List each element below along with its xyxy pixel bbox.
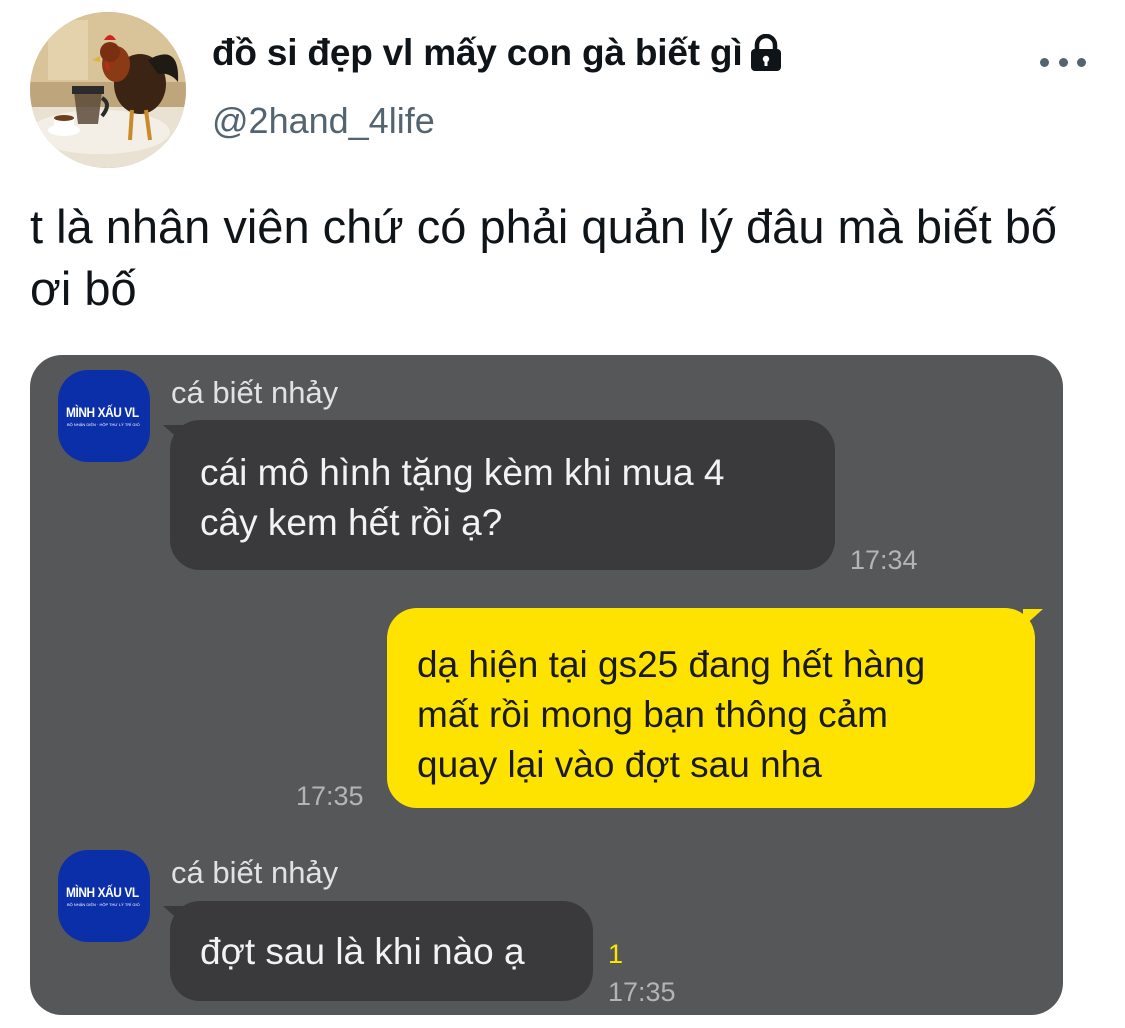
message-time: 17:35	[296, 781, 364, 811]
message-line: mất rồi mong bạn thông cảm	[417, 694, 888, 735]
rooster-avatar-image	[30, 12, 186, 168]
tweet-text: t là nhân viên chứ có phải quản lý đâu m…	[30, 200, 1057, 315]
more-options-icon[interactable]	[1040, 50, 1086, 74]
message-line: đợt sau là khi nào ạ	[200, 931, 525, 972]
contact-avatar: MÌNH XẤU VL BỘ NHẬN DIỆN · HỘP THƯ LÝ TR…	[58, 370, 150, 462]
message-line: cái mô hình tặng kèm khi mua 4	[200, 452, 725, 493]
contact-avatar-logo-subtext: BỘ NHẬN DIỆN · HỘP THƯ LÝ TRÍ GIÓ	[67, 422, 140, 427]
message-line: quay lại vào đợt sau nha	[417, 744, 822, 785]
user-handle[interactable]: @2hand_4life	[212, 100, 435, 142]
contact-avatar-logo-text: MÌNH XẤU VL	[66, 404, 139, 420]
contact-avatar-logo-text: MÌNH XẤU VL	[66, 884, 139, 900]
incoming-message-bubble[interactable]: cái mô hình tặng kèm khi mua 4 cây kem h…	[170, 420, 835, 570]
outgoing-message-bubble[interactable]: dạ hiện tại gs25 đang hết hàng mất rồi m…	[387, 608, 1035, 808]
sender-name: cá biết nhảy	[171, 375, 339, 410]
bubble-tail	[1023, 609, 1043, 627]
contact-avatar-logo-subtext: BỘ NHẬN DIỆN · HỘP THƯ LÝ TRÍ GIÓ	[67, 902, 140, 907]
display-name[interactable]: đồ si đẹp vl mấy con gà biết gì	[212, 32, 743, 74]
contact-avatar: MÌNH XẤU VL BỘ NHẬN DIỆN · HỘP THƯ LÝ TR…	[58, 850, 150, 942]
unread-count: 1	[608, 939, 624, 969]
chat-screenshot[interactable]: MÌNH XẤU VL BỘ NHẬN DIỆN · HỘP THƯ LÝ TR…	[30, 355, 1063, 1015]
profile-avatar[interactable]	[30, 12, 186, 168]
lock-icon	[748, 33, 784, 72]
sender-name: cá biết nhảy	[171, 855, 339, 890]
message-time: 17:35	[608, 977, 676, 1007]
incoming-message-bubble[interactable]: đợt sau là khi nào ạ	[170, 901, 593, 1001]
message-line: cây kem hết rồi ạ?	[200, 502, 503, 543]
message-time: 17:34	[850, 545, 918, 575]
display-name-row: đồ si đẹp vl mấy con gà biết gì	[212, 32, 784, 74]
message-line: dạ hiện tại gs25 đang hết hàng	[417, 644, 926, 685]
